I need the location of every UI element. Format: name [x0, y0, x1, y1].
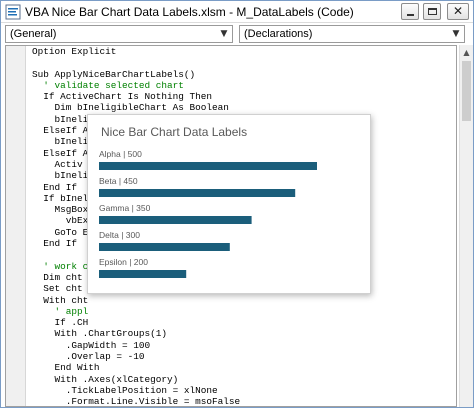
code-line[interactable]: End With: [32, 362, 456, 373]
code-line[interactable]: If .CH: [32, 317, 456, 328]
data-label-delta: Delta | 300: [99, 230, 140, 240]
window-title: VBA Nice Bar Chart Data Labels.xlsm - M_…: [25, 5, 354, 19]
scrollbar-thumb[interactable]: [462, 61, 471, 121]
maximize-icon: [428, 8, 437, 15]
data-label-beta: Beta | 450: [99, 176, 138, 186]
data-label-alpha: Alpha | 500: [99, 149, 142, 159]
close-button[interactable]: ✕: [447, 3, 469, 20]
vba-code-window: VBA Nice Bar Chart Data Labels.xlsm - M_…: [0, 0, 474, 408]
code-line[interactable]: With cht: [32, 295, 456, 306]
code-line[interactable]: .GapWidth = 100: [32, 340, 456, 351]
maximize-button[interactable]: [423, 3, 441, 20]
bar-chart[interactable]: Nice Bar Chart Data Labels Alpha | 500 Be…: [87, 114, 371, 294]
code-comment-line[interactable]: ' validate selected chart: [32, 80, 456, 91]
object-dropdown-value: (General): [10, 28, 57, 40]
data-label-gamma: Gamma | 350: [99, 203, 151, 213]
close-icon: ✕: [452, 4, 464, 18]
code-line[interactable]: With .Axes(xlCategory): [32, 374, 456, 385]
data-label-epsilon: Epsilon | 200: [99, 257, 148, 267]
object-dropdown[interactable]: (General) ▼: [5, 25, 233, 43]
scroll-up-icon[interactable]: ▲: [461, 47, 472, 58]
code-line[interactable]: [32, 57, 456, 68]
vba-module-icon: [5, 4, 21, 20]
bar-alpha[interactable]: [99, 162, 317, 170]
chevron-down-icon[interactable]: ▼: [450, 27, 462, 41]
chart-plot-area: Alpha | 500 Beta | 450 Gamma | 350 Delta | …: [99, 149, 317, 278]
code-comment-line[interactable]: ' appl: [32, 306, 456, 317]
bar-delta[interactable]: [99, 243, 230, 251]
minimize-icon: [407, 14, 414, 16]
margin-indicator-bar[interactable]: [6, 46, 26, 406]
code-line[interactable]: .TickLabelPosition = xlNone: [32, 385, 456, 396]
minimize-button[interactable]: [401, 3, 419, 20]
code-line[interactable]: .Format.Line.Visible = msoFalse: [32, 396, 456, 406]
code-line[interactable]: Sub ApplyNiceBarChartLabels(): [32, 69, 456, 80]
bar-epsilon[interactable]: [99, 270, 187, 278]
code-line[interactable]: If ActiveChart Is Nothing Then: [32, 91, 456, 102]
bar-gamma[interactable]: [99, 216, 252, 224]
procedure-dropdown-value: (Declarations): [244, 28, 313, 40]
code-line[interactable]: .Overlap = -10: [32, 351, 456, 362]
procedure-dropdown[interactable]: (Declarations) ▼: [239, 25, 465, 43]
code-line[interactable]: Option Explicit: [32, 46, 456, 57]
vertical-scrollbar[interactable]: ▲: [459, 45, 473, 407]
code-line[interactable]: With .ChartGroups(1): [32, 328, 456, 339]
title-bar[interactable]: VBA Nice Bar Chart Data Labels.xlsm - M_…: [1, 1, 473, 23]
bar-beta[interactable]: [99, 189, 296, 197]
chevron-down-icon[interactable]: ▼: [218, 27, 230, 41]
code-line[interactable]: Dim bIneligibleChart As Boolean: [32, 102, 456, 113]
